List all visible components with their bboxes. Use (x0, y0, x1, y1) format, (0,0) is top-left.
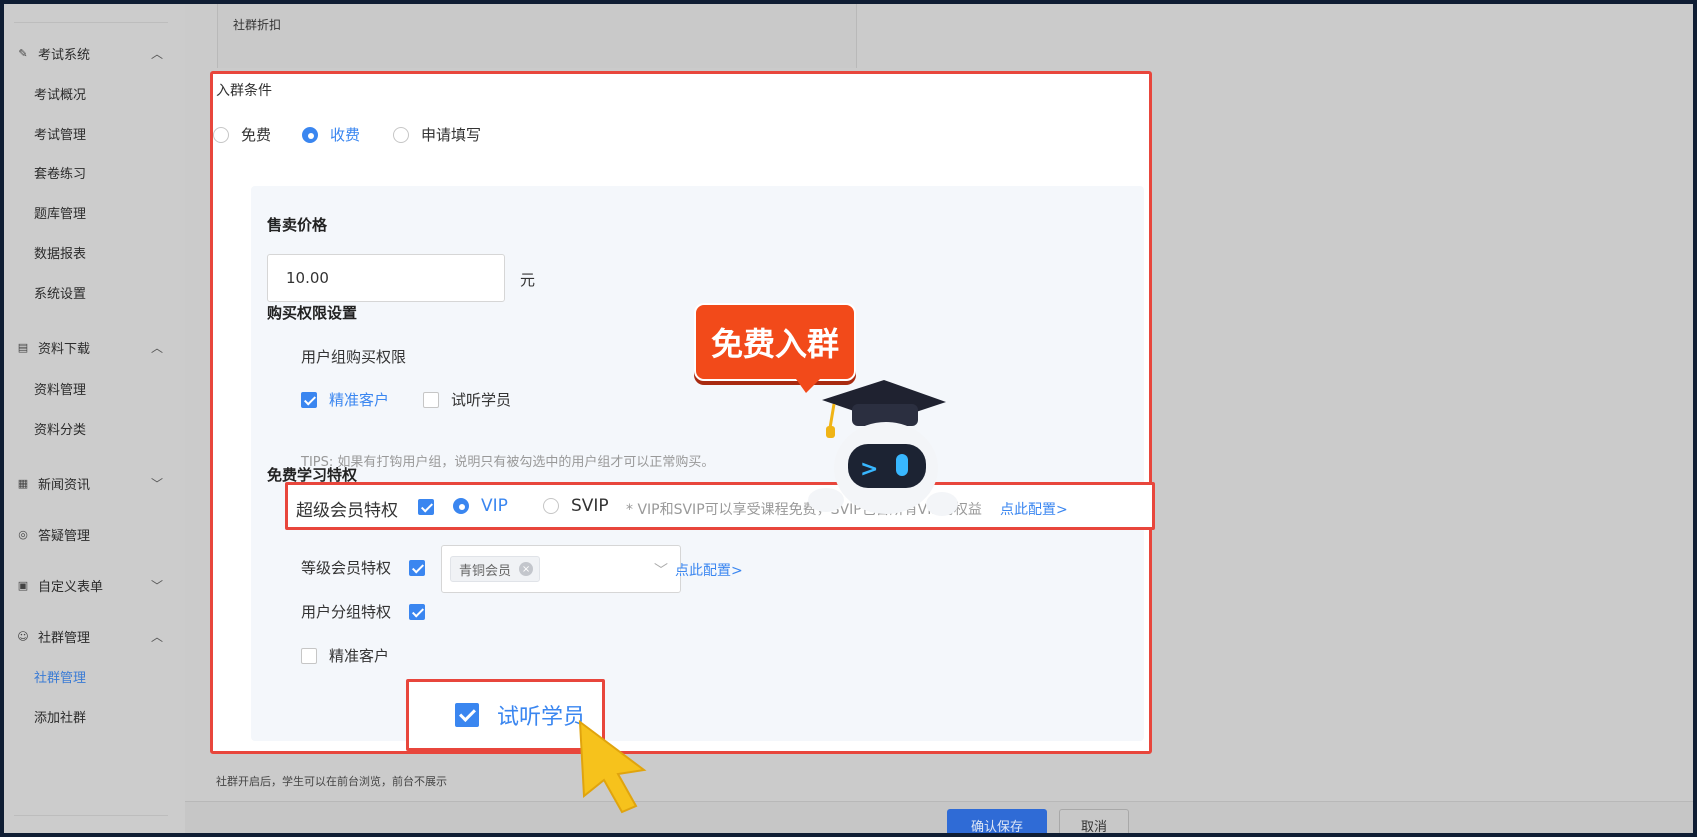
chevron-down-icon: ﹀ (150, 477, 163, 491)
discount-card-title: 社群折扣 (233, 18, 282, 32)
group-icon: ☺ (17, 629, 29, 643)
vip-config-link[interactable]: 点此配置> (1000, 499, 1068, 519)
price-label: 售卖价格 (267, 216, 328, 234)
sidebar-item-add-community[interactable]: 添加社群 (34, 701, 86, 731)
footer-bar (185, 801, 1693, 833)
radio-circle (213, 126, 229, 143)
level-member-checkbox[interactable] (409, 560, 425, 576)
super-member-label: 超级会员特权 (296, 501, 398, 521)
level-config-link[interactable]: 点此配置> (675, 560, 743, 580)
sidebar-item-paper-practice[interactable]: 套卷练习 (34, 157, 86, 187)
pointer-cursor-icon (578, 719, 647, 814)
price-input[interactable]: 10.00 (267, 254, 505, 302)
sidebar-group-label: 新闻资讯 (38, 477, 91, 493)
radio-circle (453, 498, 469, 514)
paid-settings: 售卖价格 10.00 元 购买权限设置 用户组购买权限 精准客户 试听学员 TI… (251, 186, 1144, 741)
community-note: 社群开启后，学生可以在前台浏览，前台不展示 (216, 775, 447, 788)
radio-apply[interactable]: 申请填写 (393, 124, 481, 145)
sidebar-group-qa[interactable]: ◎ 答疑管理 (4, 516, 185, 552)
member-tag: 青铜会员 × (450, 556, 541, 582)
trial-student-checkbox (455, 703, 479, 727)
user-group-privilege-checkbox[interactable] (409, 604, 425, 620)
sidebar-group-label: 答疑管理 (38, 528, 91, 544)
discount-card: 社群折扣 (217, 4, 857, 68)
chevron-up-icon: ︿ (150, 630, 163, 644)
sidebar-item-reports[interactable]: 数据报表 (34, 237, 86, 267)
robot-mascot-icon: > (808, 380, 958, 516)
divider (14, 815, 168, 816)
super-member-row: 超级会员特权 VIP SVIP * VIP和SVIP可以享受课程免费，SVIP包… (285, 482, 1155, 530)
sidebar-item-exam-manage[interactable]: 考试管理 (34, 118, 86, 148)
level-member-select[interactable]: 青铜会员 × ﹀ (441, 545, 681, 593)
radio-vip[interactable]: VIP (453, 496, 508, 516)
sidebar-group-download[interactable]: ▤ 资料下载 ︿ (4, 329, 185, 365)
super-member-checkbox[interactable] (418, 499, 434, 515)
edit-icon: ✎ (18, 46, 28, 60)
sidebar-group-label: 考试系统 (38, 47, 91, 63)
radio-free[interactable]: 免费 (213, 124, 271, 145)
sidebar-group-label: 资料下载 (38, 341, 91, 357)
chevron-up-icon: ︿ (150, 341, 163, 355)
checkbox-box (301, 391, 317, 408)
sidebar-item-material-category[interactable]: 资料分类 (34, 413, 86, 443)
divider (14, 22, 168, 23)
sidebar-group-form[interactable]: ▣ 自定义表单 ﹀ (4, 567, 185, 603)
file-icon: ▤ (17, 340, 29, 354)
sidebar-item-community-manage[interactable]: 社群管理 (34, 661, 86, 691)
user-group-privilege-label: 用户分组特权 (301, 603, 392, 621)
radio-svip[interactable]: SVIP (543, 496, 609, 516)
save-button[interactable]: 确认保存 (947, 809, 1047, 833)
price-unit: 元 (520, 271, 536, 289)
radio-circle (302, 126, 318, 143)
free-join-badge: 免费入群 (694, 303, 856, 381)
panel-title: 入群条件 (216, 83, 272, 99)
radio-circle (393, 126, 409, 143)
user-group-permission-label: 用户组购买权限 (301, 348, 407, 366)
news-icon: ▦ (17, 476, 29, 490)
sidebar-group-label: 社群管理 (38, 630, 91, 646)
radio-paid[interactable]: 收费 (302, 124, 360, 145)
app-frame: ✎ 考试系统 ︿ 考试概况 考试管理 套卷练习 题库管理 数据报表 系统设置 ▤… (4, 4, 1693, 833)
purchase-permission-title: 购买权限设置 (267, 304, 358, 322)
chevron-down-icon: ﹀ (654, 563, 668, 579)
checkbox-box (423, 391, 439, 408)
sidebar-item-question-bank[interactable]: 题库管理 (34, 197, 86, 227)
join-condition-panel: 入群条件 免费 收费 申请填写 售卖价格 10.00 元 购买权限设置 用户组购… (210, 71, 1155, 754)
svg-text:>: > (860, 457, 878, 482)
chevron-down-icon: ﹀ (150, 579, 163, 593)
checkbox-trial-student[interactable]: 试听学员 (423, 389, 511, 410)
sidebar: ✎ 考试系统 ︿ 考试概况 考试管理 套卷练习 题库管理 数据报表 系统设置 ▤… (4, 4, 185, 833)
cancel-button[interactable]: 取消 (1059, 809, 1129, 833)
sidebar-group-exam[interactable]: ✎ 考试系统 ︿ (4, 35, 185, 71)
sidebar-group-news[interactable]: ▦ 新闻资讯 ﹀ (4, 465, 185, 501)
sidebar-group-community[interactable]: ☺ 社群管理 ︿ (4, 618, 185, 654)
tips-text: TIPS: 如果有打钩用户组，说明只有被勾选中的用户组才可以正常购买。 (301, 455, 715, 470)
radio-circle (543, 498, 559, 514)
checkbox-precise-customer[interactable]: 精准客户 (301, 389, 389, 410)
close-icon[interactable]: × (519, 562, 534, 576)
sidebar-item-material-manage[interactable]: 资料管理 (34, 373, 86, 403)
qa-icon: ◎ (18, 527, 28, 541)
form-icon: ▣ (17, 578, 29, 592)
sidebar-item-exam-overview[interactable]: 考试概况 (34, 78, 86, 108)
level-member-label: 等级会员特权 (301, 559, 392, 577)
sidebar-group-label: 自定义表单 (38, 579, 104, 595)
checkbox-group-precise-customer[interactable]: 精准客户 (301, 645, 389, 666)
sidebar-item-settings[interactable]: 系统设置 (34, 277, 86, 307)
checkbox-box (301, 647, 317, 664)
chevron-up-icon: ︿ (150, 47, 163, 61)
